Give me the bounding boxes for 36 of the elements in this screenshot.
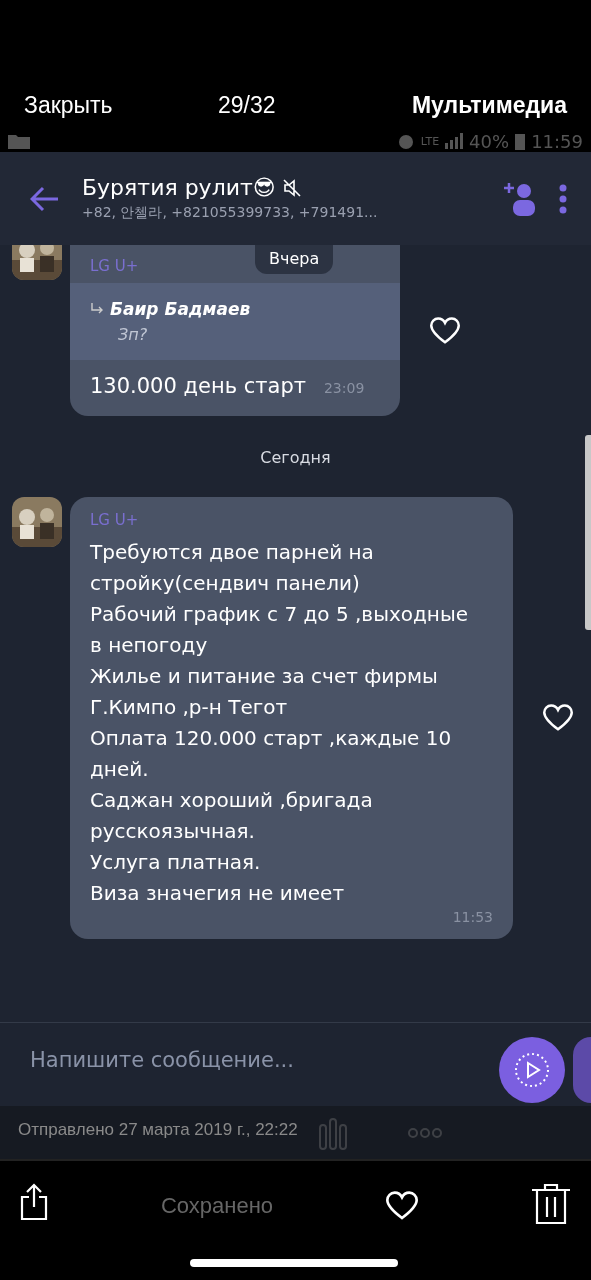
sent-date-caption: Отправлено 27 марта 2019 г., 22:22 bbox=[18, 1120, 298, 1140]
saved-label: Сохранено bbox=[160, 1193, 274, 1219]
more-icon[interactable] bbox=[559, 183, 567, 214]
share-icon[interactable] bbox=[20, 1183, 48, 1221]
quoted-text: Зп? bbox=[117, 325, 149, 344]
message-time: 23:09 bbox=[323, 380, 365, 396]
back-arrow-icon[interactable] bbox=[30, 185, 60, 212]
battery-percent: 40% bbox=[469, 130, 510, 152]
signal-icon bbox=[445, 133, 464, 149]
reply-arrow-icon bbox=[90, 303, 104, 315]
like-icon[interactable] bbox=[543, 704, 573, 732]
play-icon bbox=[514, 1052, 550, 1088]
chat-title: Бурятия рулит😎 bbox=[82, 175, 276, 200]
quoted-message[interactable]: Баир Бадмаев Зп? bbox=[70, 283, 400, 360]
media-button[interactable]: Мультимедиа bbox=[411, 91, 567, 119]
scrollbar[interactable] bbox=[585, 435, 591, 630]
date-chip: Вчера bbox=[255, 245, 334, 274]
sender-name: LG U+ bbox=[90, 257, 139, 275]
message-text: Требуются двое парней на стройку(сендвич панели) Рабочий график с 7 до 5 ,выходные в непогоду Жилье и питание за счет фирмы Г.Кимпо ,р-н Тегот Оплата 120.000 старт ,каждые 10 дней. Саджан хороший ,бригада русскоязычная. Услуга платная. Виза значегия не имеет bbox=[90, 539, 469, 907]
quoted-author: Баир Бадмаев bbox=[110, 299, 251, 319]
photo-counter: 29/32 bbox=[217, 91, 277, 119]
date-separator: Сегодня bbox=[260, 448, 331, 467]
message-time: 11:53 bbox=[452, 909, 493, 925]
close-button[interactable]: Закрыть bbox=[24, 91, 218, 119]
clock: 11:59 bbox=[531, 130, 583, 152]
like-icon[interactable] bbox=[430, 316, 460, 345]
add-member-icon[interactable] bbox=[503, 180, 537, 217]
network-label: LTE bbox=[420, 134, 440, 148]
sender-name: LG U+ bbox=[90, 511, 139, 529]
message-text: 130.000 день старт bbox=[90, 374, 306, 398]
message-input[interactable]: Напишите сообщение... bbox=[30, 1047, 294, 1072]
chat-members: +82, 안첼라, +821055399733, +791491... bbox=[82, 204, 379, 222]
battery-icon bbox=[515, 132, 526, 150]
favorite-icon[interactable] bbox=[386, 1191, 419, 1221]
folder-icon bbox=[8, 133, 30, 149]
trash-icon[interactable] bbox=[531, 1183, 571, 1225]
